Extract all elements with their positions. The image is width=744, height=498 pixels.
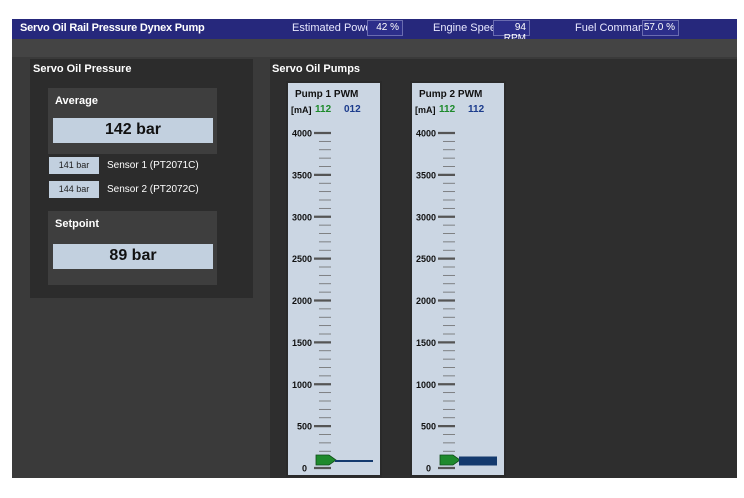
tick-label: 3000 [292,212,312,222]
main-area: Servo Oil Pressure Average 142 bar 141 b… [12,39,737,478]
engine-speed-label: Engine Speed [433,22,503,34]
tick-label: 1000 [292,380,312,390]
tick-label: 500 [421,422,436,432]
tick-label: 0 [426,464,431,474]
average-box: Average 142 bar [48,88,217,154]
average-label: Average [55,95,99,107]
pwm-bar [459,456,497,466]
servo-oil-pumps-panel: Servo Oil Pumps Pump 1 PWM [mA] 112 012 … [270,59,737,478]
pump-2-scale: 4000 3500 3000 2500 2000 1500 1000 500 0 [416,129,497,474]
tick-label: 1500 [292,338,312,348]
tick-label: 2500 [416,254,436,264]
tick-label: 0 [302,464,307,474]
sensor-2-label: Sensor 2 (PT2072C) [107,184,199,195]
tick-label: 1500 [416,338,436,348]
tick-label: 3500 [292,170,312,180]
setpoint-value: 89 bar [53,244,213,269]
setpoint-label: Setpoint [55,218,99,230]
tick-label: 3500 [416,170,436,180]
window-title: Servo Oil Rail Pressure Dynex Pump [20,22,205,34]
tick-label: 500 [297,422,312,432]
pump-2-gauge: Pump 2 PWM [mA] 112 112 4000 3500 3000 2500… [410,81,506,477]
sensor-1-label: Sensor 1 (PT2071C) [107,160,199,171]
pump-1-scale: 4000 3500 3000 2500 2000 1500 1000 500 0 [292,129,373,474]
fuel-command-value: 57.0 % [642,20,679,36]
title-bar: Servo Oil Rail Pressure Dynex Pump Estim… [12,19,737,44]
average-value: 142 bar [53,118,213,143]
tick-label: 3000 [416,212,436,222]
tick-label: 2500 [292,254,312,264]
fuel-command-label: Fuel Command [575,22,651,34]
indicator-arrow [315,454,337,466]
indicator-arrow [439,454,461,466]
tick-label: 4000 [292,129,312,139]
tick-label: 4000 [416,129,436,139]
servo-oil-pressure-panel: Servo Oil Pressure Average 142 bar 141 b… [30,59,253,298]
tick-label: 1000 [416,380,436,390]
estimated-power-label: Estimated Power [292,22,376,34]
sensor-1-value: 141 bar [49,157,99,174]
sensor-2-value: 144 bar [49,181,99,198]
servo-oil-pressure-title: Servo Oil Pressure [33,63,132,75]
pwm-bar [335,460,373,462]
tick-label: 2000 [416,296,436,306]
estimated-power-value: 42 % [367,20,403,36]
toolbar-strip [12,39,737,57]
engine-speed-value: 94 RPM [493,20,530,44]
tick-label: 2000 [292,296,312,306]
servo-oil-pumps-title: Servo Oil Pumps [272,63,361,75]
setpoint-box: Setpoint 89 bar [48,211,217,285]
pump-1-gauge: Pump 1 PWM [mA] 112 012 4000 3500 3000 2500… [286,81,382,477]
